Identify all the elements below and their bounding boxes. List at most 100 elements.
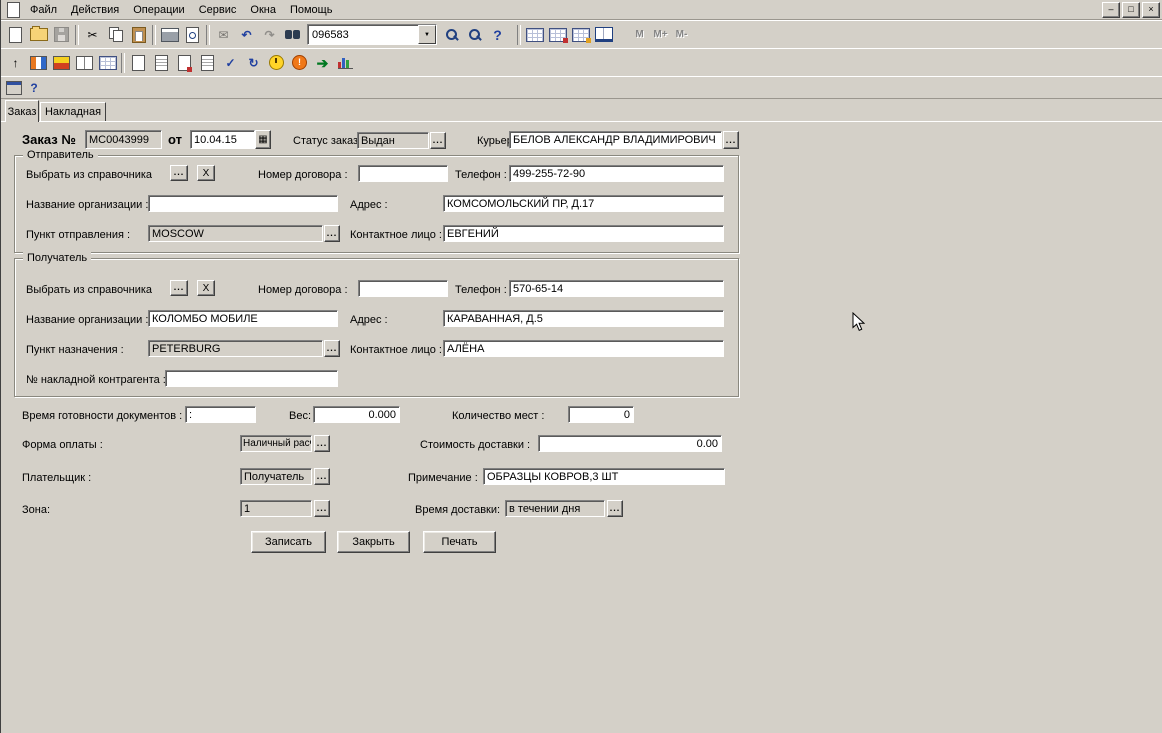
- help-button[interactable]: ?: [486, 24, 509, 46]
- go-button[interactable]: ➔: [311, 52, 334, 74]
- quick-search-combo[interactable]: 096583 ▼: [307, 24, 437, 45]
- warning-icon: !: [292, 55, 307, 70]
- sender-phone-field[interactable]: 499-255-72-90: [509, 165, 724, 182]
- sender-contact-field[interactable]: ЕВГЕНИЙ: [443, 225, 724, 242]
- context-help-button[interactable]: ?: [24, 79, 44, 97]
- recipient-phone-field[interactable]: 570-65-14: [509, 280, 724, 297]
- courier-picker-button[interactable]: ...: [723, 131, 739, 149]
- find-button[interactable]: [281, 24, 304, 46]
- recipient-contract-field[interactable]: [358, 280, 448, 297]
- delete-record-button[interactable]: [173, 52, 196, 74]
- report-button[interactable]: [334, 52, 357, 74]
- print-form-button[interactable]: Печать: [423, 531, 496, 553]
- app-icon-button[interactable]: [3, 1, 23, 19]
- recipient-contact-field[interactable]: АЛЁНА: [443, 340, 724, 357]
- minimize-button[interactable]: –: [1102, 2, 1120, 18]
- refresh-button[interactable]: ↻: [242, 52, 265, 74]
- save-button[interactable]: [50, 24, 73, 46]
- order-status-field[interactable]: Выдан: [357, 132, 429, 149]
- new-button[interactable]: [4, 24, 27, 46]
- find-previous-button[interactable]: [463, 24, 486, 46]
- panels-button[interactable]: [73, 52, 96, 74]
- sender-point-picker-button[interactable]: ...: [324, 225, 340, 242]
- menu-windows[interactable]: Окна: [243, 2, 283, 18]
- copy-button[interactable]: [104, 24, 127, 46]
- memory-minus-button[interactable]: M-: [671, 25, 692, 45]
- note-field[interactable]: ОБРАЗЦЫ КОВРОВ,3 ШТ: [483, 468, 725, 485]
- quick-search-value[interactable]: 096583: [308, 25, 418, 44]
- menu-actions[interactable]: Действия: [64, 2, 126, 18]
- status-picker-button[interactable]: ...: [430, 132, 446, 149]
- weight-field[interactable]: 0.000: [313, 406, 400, 423]
- window-panel-icon: [6, 81, 22, 95]
- reference-book-button[interactable]: [592, 24, 615, 46]
- undo-button[interactable]: ↶: [235, 24, 258, 46]
- zone-field[interactable]: 1: [240, 500, 312, 517]
- table-report-button[interactable]: [546, 24, 569, 46]
- cut-button[interactable]: ✂: [81, 24, 104, 46]
- ready-time-field[interactable]: :: [185, 406, 256, 423]
- combo-dropdown-button[interactable]: ▼: [418, 25, 436, 44]
- sender-org-field[interactable]: [148, 195, 338, 212]
- panel-button[interactable]: [4, 79, 24, 97]
- sender-address-field[interactable]: КОМСОМОЛЬСКИЙ ПР, Д.17: [443, 195, 724, 212]
- sender-point-field[interactable]: MOSCOW: [148, 225, 323, 242]
- recipient-waybill-field[interactable]: [165, 370, 338, 387]
- delivery-time-picker-button[interactable]: ...: [607, 500, 623, 517]
- list-button[interactable]: [196, 52, 219, 74]
- find-next-button[interactable]: [440, 24, 463, 46]
- table-edit-button[interactable]: [569, 24, 592, 46]
- recipient-org-field[interactable]: КОЛОМБО МОБИЛЕ: [148, 310, 338, 327]
- memory-recall-button[interactable]: M: [629, 25, 650, 45]
- up-level-button[interactable]: ↑: [4, 52, 27, 74]
- payer-field[interactable]: Получатель: [240, 468, 312, 485]
- recipient-pick-button[interactable]: ...: [170, 280, 188, 296]
- redo-button[interactable]: ↷: [258, 24, 281, 46]
- delivery-cost-field[interactable]: 0.00: [538, 435, 722, 452]
- restore-button[interactable]: □: [1122, 2, 1140, 18]
- payment-picker-button[interactable]: ...: [314, 435, 330, 452]
- menu-service[interactable]: Сервис: [192, 2, 244, 18]
- calendar-button[interactable]: ▦: [255, 130, 271, 149]
- paste-button[interactable]: [127, 24, 150, 46]
- grid-button[interactable]: [96, 52, 119, 74]
- table-button[interactable]: [523, 24, 546, 46]
- alert-button[interactable]: !: [288, 52, 311, 74]
- menu-bar: Файл Действия Операции Сервис Окна Помощ…: [1, 0, 1162, 20]
- recipient-point-field[interactable]: PETERBURG: [148, 340, 323, 357]
- menu-file[interactable]: Файл: [23, 2, 64, 18]
- order-number-field[interactable]: MC0043999: [85, 130, 162, 149]
- toolbar-standard: ✂ ✉ ↶ ↷ 096583 ▼ ? M M+ M-: [1, 20, 1162, 49]
- sender-contract-field[interactable]: [358, 165, 448, 182]
- delivery-time-field[interactable]: в течении дня: [505, 500, 605, 517]
- print-preview-button[interactable]: [181, 24, 204, 46]
- sender-pick-button[interactable]: ...: [170, 165, 188, 181]
- payer-picker-button[interactable]: ...: [314, 468, 330, 485]
- menu-help[interactable]: Помощь: [283, 2, 340, 18]
- places-field[interactable]: 0: [568, 406, 634, 423]
- recipient-address-field[interactable]: КАРАВАННАЯ, Д.5: [443, 310, 724, 327]
- post-button[interactable]: ✓: [219, 52, 242, 74]
- catalog-button[interactable]: [27, 52, 50, 74]
- tab-waybill[interactable]: Накладная: [40, 102, 106, 121]
- menu-operations[interactable]: Операции: [126, 2, 191, 18]
- print-button[interactable]: [158, 24, 181, 46]
- tab-order[interactable]: Заказ: [5, 100, 39, 122]
- edit-record-button[interactable]: [150, 52, 173, 74]
- memory-plus-button[interactable]: M+: [650, 25, 671, 45]
- journal-button[interactable]: [50, 52, 73, 74]
- payment-form-field[interactable]: Наличный расчет: [240, 435, 312, 452]
- open-button[interactable]: [27, 24, 50, 46]
- order-date-field[interactable]: 10.04.15: [190, 130, 255, 149]
- recipient-clear-button[interactable]: X: [197, 280, 215, 296]
- save-record-button[interactable]: Записать: [251, 531, 326, 553]
- recipient-point-picker-button[interactable]: ...: [324, 340, 340, 357]
- close-form-button[interactable]: Закрыть: [337, 531, 410, 553]
- zone-picker-button[interactable]: ...: [314, 500, 330, 517]
- new-record-button[interactable]: [127, 52, 150, 74]
- sender-clear-button[interactable]: X: [197, 165, 215, 181]
- time-button[interactable]: [265, 52, 288, 74]
- mail-button[interactable]: ✉: [212, 24, 235, 46]
- close-button[interactable]: ×: [1142, 2, 1160, 18]
- courier-field[interactable]: БЕЛОВ АЛЕКСАНДР ВЛАДИМИРОВИЧ: [509, 131, 722, 149]
